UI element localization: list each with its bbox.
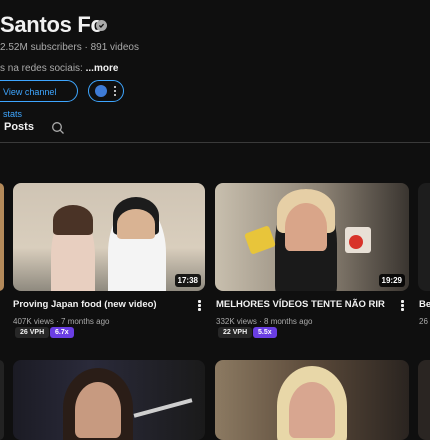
video-title[interactable]: MELHORES VÍDEOS TENTE NÃO RIR xyxy=(216,299,385,310)
channel-meta: 2.52M subscribers · 891 videos xyxy=(0,42,139,53)
video-menu-icon[interactable] xyxy=(401,300,405,312)
video-duration: 19:29 xyxy=(378,274,405,287)
view-channel-stats-button[interactable]: View channel stats xyxy=(0,80,78,119)
channel-description: s na redes sociais: ...more xyxy=(0,63,118,74)
more-options-icon[interactable] xyxy=(112,84,118,98)
multiplier-badge: 6.7x xyxy=(50,327,74,338)
social-text: s na redes sociais: xyxy=(0,63,83,74)
video-meta: 407K views · 7 months ago xyxy=(13,317,110,326)
vph-badge: 26 VPH xyxy=(15,327,50,338)
video-meta: 26 xyxy=(419,317,428,326)
video-duration: 17:38 xyxy=(174,274,201,287)
video-thumbnail[interactable] xyxy=(215,360,409,440)
video-thumbnail-partial[interactable] xyxy=(418,183,430,291)
extension-icon xyxy=(95,85,107,97)
video-thumbnail[interactable]: 19:29 xyxy=(215,183,409,291)
video-thumbnail[interactable]: 17:38 xyxy=(13,183,205,291)
tab-posts[interactable]: Posts xyxy=(4,121,34,133)
multiplier-badge: 5.5x xyxy=(253,327,277,338)
video-title[interactable]: Proving Japan food (new video) xyxy=(13,299,157,310)
video-thumbnail-partial[interactable] xyxy=(0,360,4,440)
video-title[interactable]: Be xyxy=(419,299,430,310)
channel-name: Santos Fc xyxy=(0,12,103,37)
verified-icon xyxy=(96,20,107,31)
video-menu-icon[interactable] xyxy=(198,300,202,312)
video-thumbnail[interactable] xyxy=(13,360,205,440)
more-link[interactable]: ...more xyxy=(86,63,119,74)
vph-badge: 22 VPH xyxy=(218,327,253,338)
search-icon[interactable] xyxy=(51,121,65,135)
video-thumbnail-partial[interactable] xyxy=(0,183,4,291)
video-thumbnail-partial[interactable] xyxy=(418,360,430,440)
tabs-divider xyxy=(0,142,430,143)
video-meta: 332K views · 8 months ago xyxy=(216,317,313,326)
